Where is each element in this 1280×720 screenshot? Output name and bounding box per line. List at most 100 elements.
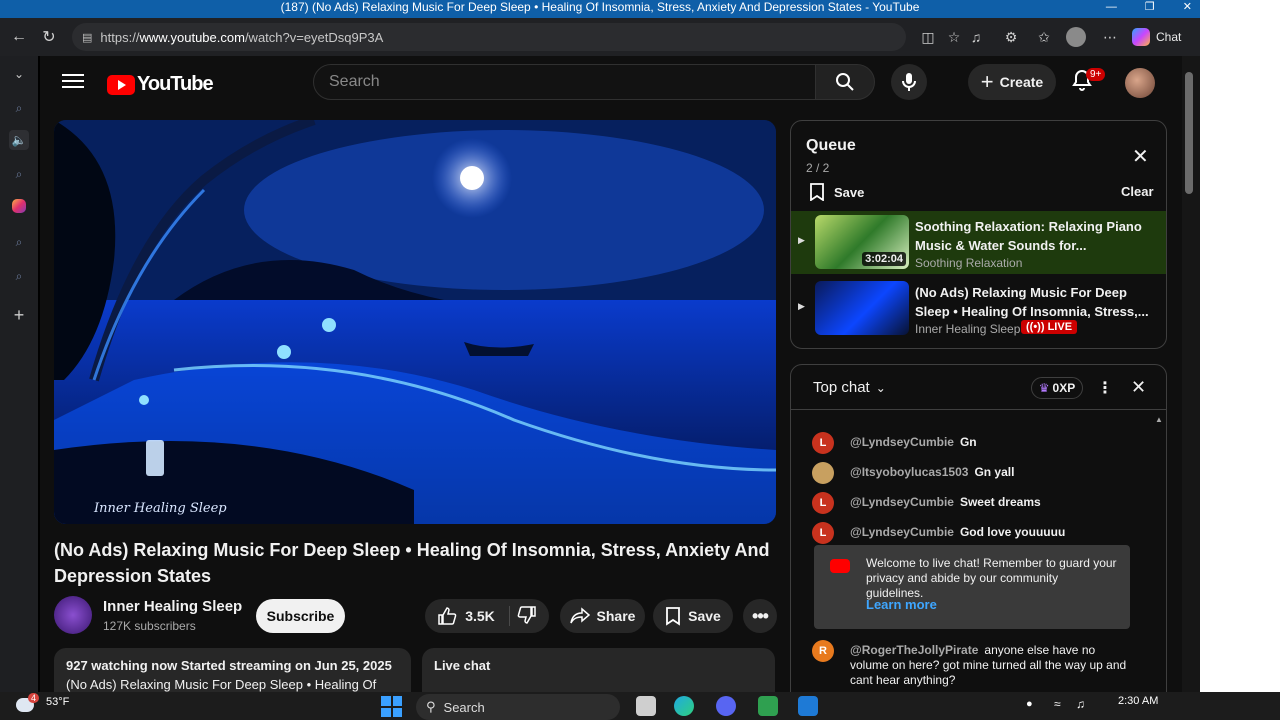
chat-author[interactable]: @LyndseyCumbie (850, 525, 954, 539)
save-label: Save (688, 608, 721, 624)
close-chat-icon[interactable]: ✕ (1131, 377, 1146, 398)
search-icon: ⚲ (426, 699, 436, 714)
thumbs-up-icon (438, 607, 457, 625)
youtube-logo[interactable]: YouTube (107, 73, 214, 96)
chat-avatar[interactable]: L (812, 432, 834, 454)
queue-clear-button[interactable]: Clear (1121, 184, 1154, 199)
chat-avatar[interactable]: R (812, 640, 834, 662)
queue-panel: Queue 2 / 2 ✕ Save Clear ▶ 3:02:04 Sooth… (790, 120, 1167, 349)
sidebar-search-icon-4[interactable]: ⌕ (9, 266, 29, 286)
restore-icon[interactable]: ❐ (1145, 0, 1155, 14)
url-path: /watch?v=eyetDsq9P3A (244, 29, 384, 45)
microphone-tray-icon[interactable]: ● (1026, 698, 1033, 710)
chat-author[interactable]: @LyndseyCumbie (850, 435, 954, 449)
subscribe-button[interactable]: Subscribe (256, 599, 345, 633)
bookmark-icon (666, 607, 681, 626)
xp-value: 0XP (1052, 381, 1076, 395)
chat-mode-dropdown[interactable]: Top chat ⌄ (813, 379, 886, 396)
add-sidebar-app-icon[interactable]: + (9, 305, 29, 325)
account-avatar[interactable] (1125, 68, 1155, 98)
favorites-icon[interactable]: ✩ (1034, 27, 1054, 47)
like-button[interactable]: 3.5K (437, 606, 510, 626)
share-button[interactable]: Share (560, 599, 645, 633)
url-prefix: https:// (100, 29, 140, 45)
app-icon-blue[interactable] (798, 696, 818, 716)
video-player[interactable]: Inner Healing Sleep (54, 120, 776, 524)
description-box[interactable]: 927 watching now Started streaming on Ju… (54, 648, 411, 692)
edge-icon[interactable] (674, 696, 694, 716)
queue-position: 2 / 2 (806, 161, 830, 175)
chat-author[interactable]: @RogerTheJollyPirate (850, 643, 978, 657)
volume-icon[interactable]: ♫ (1076, 697, 1085, 711)
live-chat-replay-box[interactable]: Live chat (422, 648, 775, 692)
sidebar-search-icon[interactable]: ⌕ (9, 98, 29, 118)
reload-icon[interactable]: ↻ (34, 22, 64, 52)
chat-avatar[interactable] (812, 462, 834, 484)
youtube-play-icon (107, 74, 135, 95)
chat-author[interactable]: @LyndseyCumbie (850, 495, 954, 509)
close-queue-icon[interactable]: ✕ (1132, 144, 1149, 169)
profile-icon[interactable] (1066, 27, 1086, 47)
address-bar[interactable]: ▤ https://www.youtube.com/watch?v=eyetDs… (72, 23, 906, 51)
audio-playing-icon[interactable]: 🔈 (9, 130, 29, 150)
favorite-star-icon[interactable]: ☆ (944, 27, 964, 47)
play-icon: ▶ (798, 301, 805, 311)
watching-now-text: 927 watching now Started streaming on Ju… (66, 658, 392, 673)
app-icon-green[interactable] (758, 696, 778, 716)
taskbar-search[interactable]: ⚲ Search (416, 694, 620, 720)
save-button[interactable]: Save (653, 599, 733, 633)
live-radio-icon: ((•)) (1026, 321, 1045, 333)
more-actions-button[interactable]: ••• (743, 599, 777, 633)
like-dislike-group: 3.5K (425, 599, 549, 633)
clock[interactable]: 2:30 AM (1118, 695, 1158, 707)
sidebar-search-icon-2[interactable]: ⌕ (9, 164, 29, 184)
channel-name[interactable]: Inner Healing Sleep (103, 598, 242, 615)
page-scrollbar-thumb[interactable] (1185, 72, 1193, 194)
search-input[interactable]: Search (313, 64, 816, 100)
chat-avatar[interactable]: L (812, 492, 834, 514)
close-window-icon[interactable]: ✕ (1183, 0, 1192, 14)
app-available-icon[interactable]: ◫ (918, 27, 938, 47)
queue-item[interactable]: ▶ 3:02:04 Soothing Relaxation: Relaxing … (791, 211, 1166, 274)
create-button[interactable]: + Create (968, 64, 1056, 100)
sidebar-search-icon-3[interactable]: ⌕ (9, 232, 29, 252)
live-badge-label: LIVE (1047, 321, 1073, 333)
collapse-sidebar-icon[interactable]: ⌄ (9, 64, 29, 84)
queue-item-channel: Soothing Relaxation (915, 256, 1023, 270)
extensions-icon[interactable]: ⚙ (1001, 27, 1021, 47)
xp-button[interactable]: ♛ 0XP (1031, 377, 1083, 399)
dislike-button[interactable] (517, 605, 537, 628)
task-view-icon[interactable] (636, 696, 656, 716)
chat-scroll-up-icon[interactable]: ▲ (1155, 415, 1163, 424)
site-info-icon[interactable]: ▤ (82, 31, 92, 44)
minimize-icon[interactable]: — (1106, 0, 1117, 14)
welcome-banner: Welcome to live chat! Remember to guard … (814, 545, 1130, 629)
queue-item-title: (No Ads) Relaxing Music For Deep Sleep •… (915, 285, 1149, 319)
instagram-icon[interactable] (12, 199, 26, 213)
voice-search-button[interactable] (891, 64, 927, 100)
chat-avatar[interactable]: L (812, 522, 834, 544)
queue-save-label: Save (834, 184, 865, 200)
more-options-icon[interactable]: ⋯ (1100, 27, 1120, 47)
wifi-icon[interactable]: ≈ (1054, 697, 1061, 711)
menu-icon[interactable] (62, 72, 84, 90)
back-icon[interactable]: ← (4, 22, 34, 52)
chat-message: R @RogerTheJollyPirate anyone else have n… (812, 640, 1132, 688)
start-button[interactable] (381, 696, 402, 717)
channel-avatar[interactable] (54, 596, 92, 634)
queue-item[interactable]: ▶ (No Ads) Relaxing Music For Deep Sleep… (791, 277, 1166, 340)
browser-sidebar: ⌄ ⌕ 🔈 ⌕ ⌕ ⌕ + (0, 56, 38, 692)
queue-save-button[interactable]: Save (810, 183, 864, 201)
learn-more-link[interactable]: Learn more (866, 597, 937, 612)
desktop-background (1200, 0, 1280, 720)
queue-title: Queue (806, 137, 856, 154)
window-title: (187) (No Ads) Relaxing Music For Deep S… (280, 0, 920, 14)
chat-more-icon[interactable]: ⋮ (1097, 378, 1113, 398)
discord-icon[interactable] (716, 696, 736, 716)
search-button[interactable] (815, 64, 875, 100)
notification-icon[interactable]: ♫ (966, 27, 986, 47)
youtube-logo-text: YouTube (137, 73, 214, 95)
like-count: 3.5K (465, 608, 495, 624)
copilot-chat-button[interactable]: Chat (1132, 26, 1181, 48)
chat-author[interactable]: @Itsyoboylucas1503 (850, 465, 968, 479)
